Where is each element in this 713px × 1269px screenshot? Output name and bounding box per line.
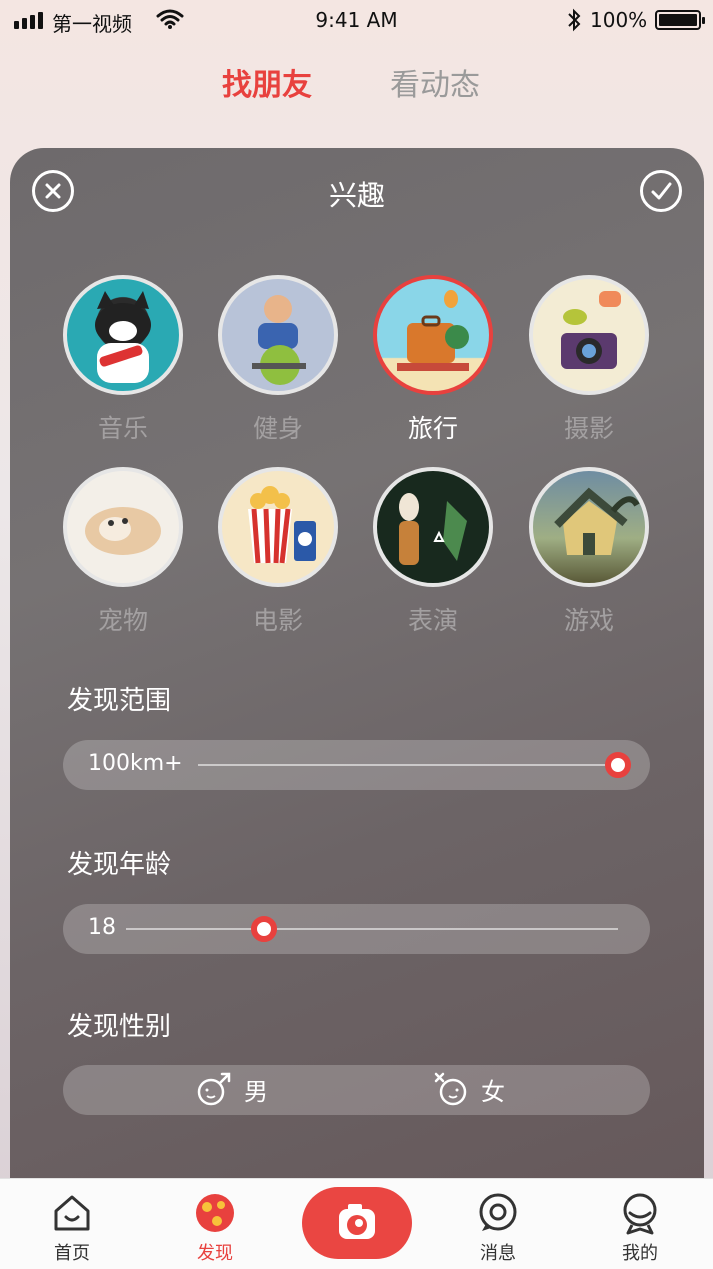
age-title: 发现年龄 <box>67 850 172 880</box>
tab-profile[interactable]: 我的 <box>590 1179 690 1269</box>
interest-movies[interactable]: 电影 <box>208 467 348 637</box>
interest-travel[interactable]: 旅行 <box>363 275 503 445</box>
camera-button[interactable] <box>302 1187 412 1259</box>
performance-avatar <box>373 467 493 587</box>
profile-icon <box>623 1193 657 1235</box>
camera-bird-illustration <box>561 291 621 369</box>
age-slider[interactable]: 18 <box>63 904 650 954</box>
tab-discover[interactable]: 发现 <box>165 1179 265 1269</box>
movies-avatar <box>218 467 338 587</box>
interest-pets[interactable]: 宠物 <box>53 467 193 637</box>
tab-home[interactable]: 首页 <box>22 1179 122 1269</box>
gender-label-male: 男 <box>244 1077 268 1106</box>
travel-avatar <box>373 275 493 395</box>
tab-find-friends[interactable]: 找朋友 <box>222 60 312 104</box>
interest-filter-panel: 兴趣 音乐 健身 旅行 摄影 宠物 电影 表演 游戏 发现范围 100km+ 发… <box>10 148 704 1178</box>
age-value: 18 <box>88 915 116 940</box>
interest-fitness[interactable]: 健身 <box>208 275 348 445</box>
range-slider[interactable]: 100km+ <box>63 740 650 790</box>
fitness-illustration <box>252 295 306 385</box>
pets-avatar <box>63 467 183 587</box>
interest-label: 音乐 <box>97 414 148 443</box>
interest-label: 电影 <box>252 606 303 635</box>
message-icon <box>479 1193 517 1231</box>
female-icon <box>434 1072 467 1106</box>
interest-performance[interactable]: 表演 <box>363 467 503 637</box>
male-icon <box>197 1072 231 1106</box>
bluetooth-icon <box>568 8 581 32</box>
tab-label-home: 首页 <box>54 1243 90 1264</box>
panel-title: 兴趣 <box>328 179 385 212</box>
puppy-illustration <box>85 507 161 555</box>
music-avatar <box>63 275 183 395</box>
home-icon <box>54 1195 90 1231</box>
interest-label: 摄影 <box>563 414 614 443</box>
tab-label-discover: 发现 <box>197 1243 233 1264</box>
gender-label-female: 女 <box>481 1077 505 1106</box>
suitcase-illustration <box>397 290 469 371</box>
range-value: 100km+ <box>88 751 183 776</box>
interest-music[interactable]: 音乐 <box>53 275 193 445</box>
interest-label: 宠物 <box>97 606 148 635</box>
performance-illustration <box>399 493 467 565</box>
camera-icon <box>339 1204 375 1239</box>
fitness-avatar <box>218 275 338 395</box>
games-avatar <box>529 467 649 587</box>
battery-icon <box>655 10 705 30</box>
cat-guitar-illustration <box>95 291 151 383</box>
battery-fill <box>659 14 697 26</box>
interest-label: 表演 <box>407 606 458 635</box>
check-circle-icon[interactable] <box>640 170 682 212</box>
interest-photography[interactable]: 摄影 <box>519 275 659 445</box>
popcorn-illustration <box>248 486 316 564</box>
age-track[interactable] <box>126 928 618 930</box>
range-track[interactable] <box>198 764 618 766</box>
discover-icon <box>196 1194 234 1232</box>
range-title: 发现范围 <box>67 686 172 716</box>
battery-percent: 100% <box>590 8 648 32</box>
interest-label: 游戏 <box>563 606 614 635</box>
photography-avatar <box>529 275 649 395</box>
tab-label-messages: 消息 <box>480 1243 516 1264</box>
status-bar: 第一视频 9:41 AM 100% <box>0 0 713 40</box>
interest-label: 健身 <box>252 414 303 443</box>
range-slider-thumb[interactable] <box>605 752 631 778</box>
tab-view-moments[interactable]: 看动态 <box>390 60 480 104</box>
tab-messages[interactable]: 消息 <box>448 1179 548 1269</box>
gender-title: 发现性别 <box>67 1012 172 1042</box>
gender-option-female[interactable]: 女 <box>433 1071 505 1107</box>
age-slider-thumb[interactable] <box>250 916 277 942</box>
tab-label-profile: 我的 <box>622 1243 658 1264</box>
interest-label: 旅行 <box>407 414 458 443</box>
gender-option-male[interactable]: 男 <box>196 1071 268 1107</box>
gender-selector: 男 女 <box>63 1065 650 1115</box>
interest-games[interactable]: 游戏 <box>519 467 659 637</box>
game-scene-illustration <box>554 487 640 555</box>
